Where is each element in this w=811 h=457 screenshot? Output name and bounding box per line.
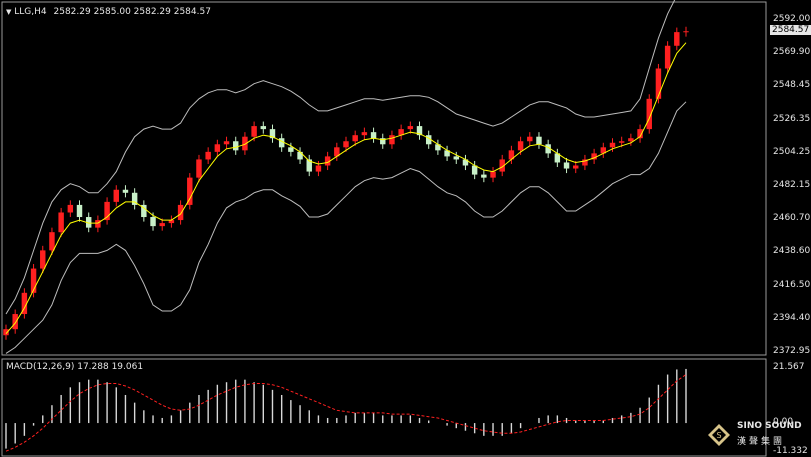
symbol-text: LLG,H4 xyxy=(14,7,47,17)
candle xyxy=(490,171,496,178)
candle xyxy=(536,136,542,145)
candle xyxy=(223,141,230,145)
candle xyxy=(40,250,46,269)
candle xyxy=(563,162,570,169)
price-axis-tick: 2526.35 xyxy=(773,113,811,124)
price-axis-tick: 2482.15 xyxy=(773,180,811,190)
candle xyxy=(573,165,579,169)
candle xyxy=(177,204,184,221)
macd-panel[interactable]: MACD(12,26,9) 17.288 19.061 21.567 0.00 -1… xyxy=(0,358,811,457)
macd-signal-line xyxy=(5,374,687,452)
candle xyxy=(288,147,294,152)
current-price-tag: 2584.57 xyxy=(770,25,811,36)
candle xyxy=(315,165,322,172)
candle xyxy=(12,314,18,330)
sino-sound-logo: S SINO SOUND 漢聲集團 xyxy=(707,421,805,451)
svg-text:S: S xyxy=(716,431,721,440)
price-axis-tick: 2504.25 xyxy=(773,146,811,157)
price-axis-tick: 2416.50 xyxy=(773,279,811,290)
candle xyxy=(251,126,257,137)
candle xyxy=(196,159,202,178)
candle xyxy=(122,189,129,193)
candle xyxy=(407,126,414,130)
candle xyxy=(352,135,358,142)
macd-label: MACD(12,26,9) 17.288 19.061 xyxy=(6,362,144,372)
candle xyxy=(205,151,211,160)
candle xyxy=(233,141,239,151)
symbol-label: ▼ LLG,H4 2582.29 2585.00 2582.29 2584.57 xyxy=(6,7,211,17)
candle xyxy=(527,136,533,142)
price-axis-tick: 2438.60 xyxy=(773,246,811,257)
candle xyxy=(67,204,74,213)
macd-chart[interactable] xyxy=(0,358,811,457)
ohlc-text: 2582.29 2585.00 2582.29 2584.57 xyxy=(53,7,211,17)
macd-axis-tick: 21.567 xyxy=(773,362,805,372)
price-axis-tick: 2460.70 xyxy=(773,213,811,224)
candle xyxy=(674,32,680,46)
bollinger-upper-line xyxy=(5,0,676,315)
candle xyxy=(343,141,349,148)
candle xyxy=(76,204,83,218)
candle xyxy=(453,156,459,160)
candle xyxy=(49,232,55,251)
moving-average-line xyxy=(5,42,687,335)
candle xyxy=(58,212,64,233)
price-axis-tick: 2569.90 xyxy=(773,47,811,58)
candle xyxy=(159,223,165,227)
price-panel[interactable]: ▼ LLG,H4 2582.29 2585.00 2582.29 2584.57… xyxy=(0,0,811,357)
candle xyxy=(370,132,377,139)
dropdown-triangle-icon[interactable]: ▼ xyxy=(6,8,11,16)
candle xyxy=(150,217,156,227)
candle xyxy=(389,135,395,145)
candle xyxy=(628,138,634,142)
candle xyxy=(618,141,625,143)
candle xyxy=(361,132,368,136)
price-axis-tick: 2394.40 xyxy=(773,312,811,323)
logo-cn: 漢聲集團 xyxy=(737,437,786,447)
candle xyxy=(214,144,221,152)
price-axis-tick: 2548.45 xyxy=(773,80,811,91)
candle xyxy=(655,68,662,99)
candle xyxy=(481,174,487,178)
candle xyxy=(517,141,524,151)
diamond-logo-icon: S xyxy=(708,424,730,446)
candle xyxy=(113,189,119,202)
candle xyxy=(187,177,193,205)
candle xyxy=(260,126,267,130)
candle xyxy=(664,45,671,69)
candle xyxy=(297,151,303,160)
price-axis-tick: 2592.00 xyxy=(773,14,811,24)
candle xyxy=(683,31,689,33)
price-axis-tick: 2372.95 xyxy=(773,346,811,356)
candle xyxy=(95,220,101,228)
price-chart[interactable] xyxy=(0,0,811,357)
logo-name: SINO SOUND xyxy=(737,421,802,431)
candle xyxy=(609,142,616,148)
